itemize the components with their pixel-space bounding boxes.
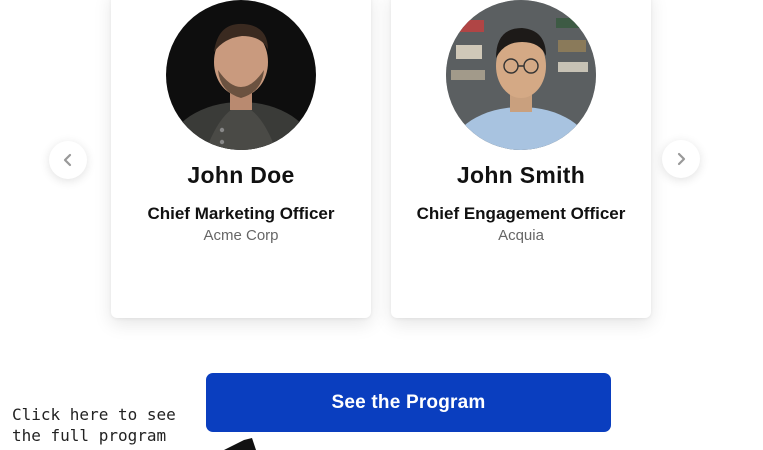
speaker-company: Acme Corp [203, 227, 279, 244]
speaker-name: John Smith [456, 162, 586, 188]
see-program-button[interactable]: See the Program [206, 373, 611, 432]
speaker-title: Chief Engagement Officer [416, 204, 626, 223]
speaker-title: Chief Marketing Officer [147, 204, 335, 223]
avatar [446, 0, 596, 150]
pointer-arrow-icon [224, 438, 256, 450]
speaker-name: John Doe [187, 162, 295, 188]
carousel-next-button[interactable] [662, 140, 700, 178]
speaker-company: Acquia [498, 227, 544, 244]
speaker-card[interactable]: John Smith Chief Engagement Officer Acqu… [391, 0, 651, 318]
speaker-card[interactable]: John Doe Chief Marketing Officer Acme Co… [111, 0, 371, 318]
avatar [166, 0, 316, 150]
carousel-prev-button[interactable] [49, 141, 87, 179]
chevron-right-icon [677, 152, 686, 166]
chevron-left-icon [63, 153, 72, 167]
program-hint-text: Click here to see the full program [12, 405, 176, 445]
